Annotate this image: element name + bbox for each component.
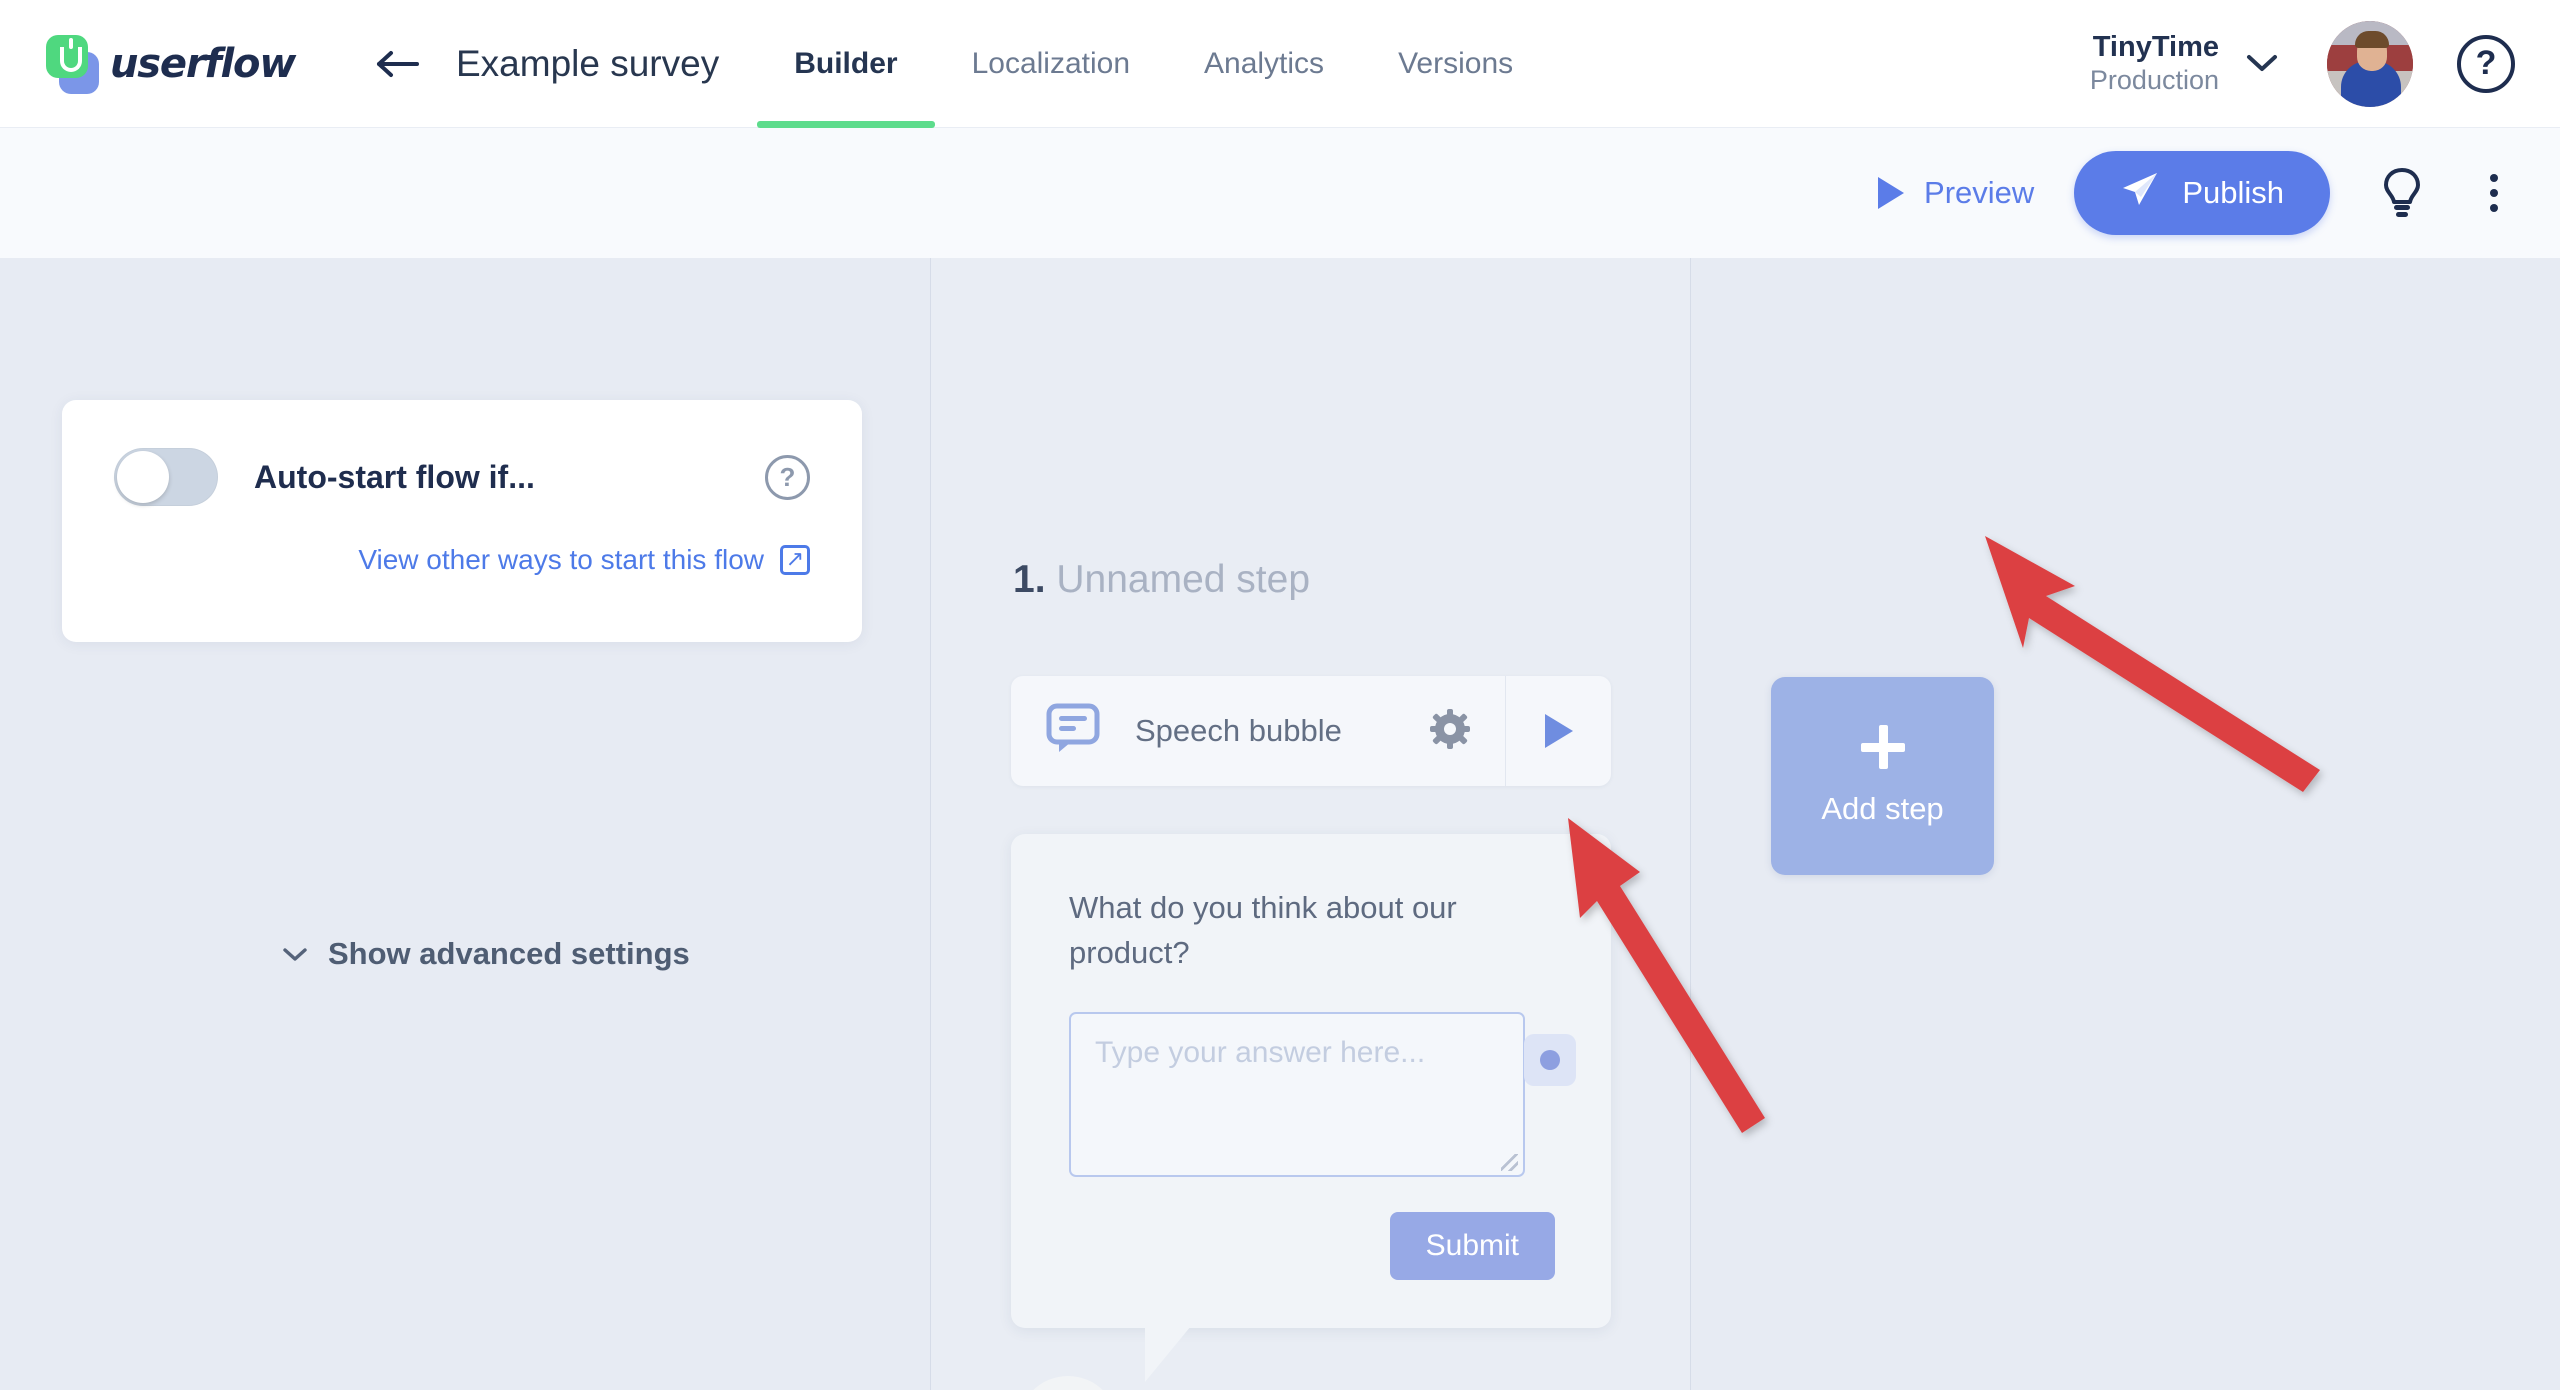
other-ways-row: View other ways to start this flow: [62, 506, 862, 576]
lightbulb-icon[interactable]: [2374, 165, 2430, 221]
paper-plane-icon: [2120, 169, 2160, 217]
step-heading: 1. Unnamed step: [1013, 558, 1310, 602]
show-advanced-settings-label: Show advanced settings: [328, 936, 690, 971]
external-link-icon[interactable]: [780, 545, 810, 575]
play-icon: [1878, 177, 1905, 209]
speech-bubble-icon: [1045, 702, 1101, 761]
step-preview-card: What do you think about our product? Typ…: [1011, 834, 1611, 1382]
connector-dot-icon[interactable]: [1524, 1034, 1576, 1086]
tab-localization[interactable]: Localization: [935, 0, 1167, 128]
answer-input[interactable]: Type your answer here...: [1069, 1011, 1525, 1177]
step-name[interactable]: Unnamed step: [1056, 558, 1310, 601]
avatar[interactable]: [2327, 20, 2413, 107]
auto-start-card: Auto-start flow if... ? View other ways …: [62, 400, 862, 642]
plus-icon: [1860, 725, 1905, 769]
auto-start-row: Auto-start flow if... ?: [62, 400, 862, 506]
header-right-group: TinyTime Production ?: [2090, 20, 2515, 107]
submit-button[interactable]: Submit: [1389, 1212, 1555, 1280]
tab-builder[interactable]: Builder: [757, 0, 935, 128]
step-number: 1.: [1013, 558, 1046, 601]
builder-canvas: Auto-start flow if... ? View other ways …: [0, 258, 2560, 1390]
play-icon[interactable]: [1506, 676, 1611, 786]
gear-icon[interactable]: [1429, 708, 1471, 755]
userflow-logo[interactable]: userflow: [42, 32, 296, 96]
preview-button-label: Preview: [1924, 175, 2035, 210]
page-title[interactable]: Example survey: [456, 43, 719, 85]
block-label: Speech bubble: [1135, 713, 1342, 748]
main-tabs: Builder Localization Analytics Versions: [757, 0, 1550, 128]
block-row-speech-bubble[interactable]: Speech bubble: [1011, 676, 1611, 786]
preview-button[interactable]: Preview: [1878, 175, 2034, 211]
account-environment: Production: [2089, 64, 2219, 95]
view-other-ways-link[interactable]: View other ways to start this flow: [358, 544, 764, 576]
app-header: userflow Example survey Builder Localiza…: [0, 0, 2560, 128]
builder-toolbar: Preview Publish: [0, 128, 2560, 258]
answer-placeholder: Type your answer here...: [1095, 1035, 1426, 1069]
publish-button-label: Publish: [2182, 175, 2284, 210]
tab-versions[interactable]: Versions: [1361, 0, 1550, 128]
auto-start-label: Auto-start flow if...: [254, 458, 535, 495]
userflow-logo-text: userflow: [110, 40, 296, 87]
help-icon[interactable]: ?: [765, 454, 810, 500]
userflow-logo-icon: [42, 32, 104, 96]
add-step-label: Add step: [1821, 791, 1944, 826]
help-icon[interactable]: ?: [2457, 34, 2515, 93]
resize-handle[interactable]: [1501, 1153, 1518, 1171]
publish-button[interactable]: Publish: [2074, 151, 2330, 235]
auto-start-toggle[interactable]: [114, 448, 218, 506]
back-arrow-icon[interactable]: [370, 36, 426, 92]
add-step-button[interactable]: Add step: [1771, 677, 1994, 875]
chevron-down-icon: [2245, 52, 2279, 74]
question-text: What do you think about our product?: [1069, 890, 1457, 970]
show-advanced-settings-toggle[interactable]: Show advanced settings: [282, 936, 690, 972]
column-divider-left: [930, 258, 931, 1390]
column-divider-right: [1690, 258, 1691, 1390]
tab-analytics[interactable]: Analytics: [1167, 0, 1361, 128]
account-switcher[interactable]: TinyTime Production: [2090, 31, 2279, 95]
userflow-builder-screen: userflow Example survey Builder Localiza…: [0, 0, 2560, 1390]
account-name: TinyTime: [2092, 31, 2219, 64]
chevron-down-icon: [282, 939, 308, 969]
more-vertical-icon[interactable]: [2474, 165, 2514, 221]
